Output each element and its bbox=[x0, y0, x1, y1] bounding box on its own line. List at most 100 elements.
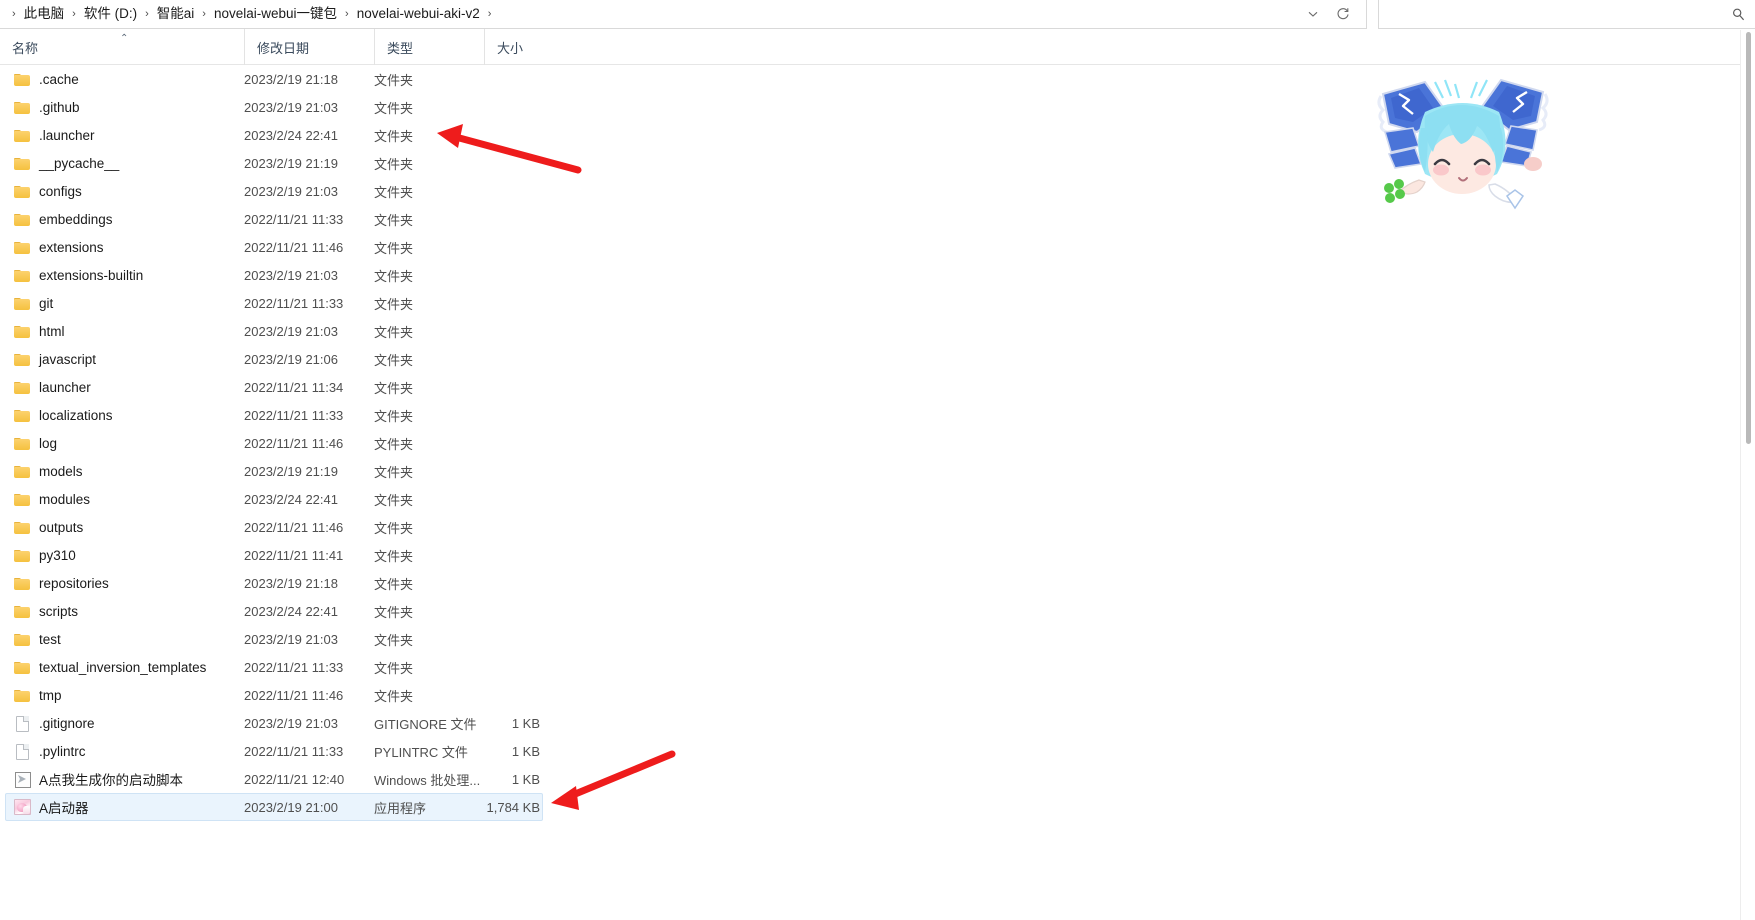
file-row[interactable]: outputs 2022/11/21 11:46 文件夹 bbox=[0, 513, 1745, 541]
file-date-cell: 2022/11/21 12:40 bbox=[244, 771, 345, 787]
file-row[interactable]: git 2022/11/21 11:33 文件夹 bbox=[0, 289, 1745, 317]
file-name-cell[interactable]: scripts bbox=[0, 604, 240, 619]
breadcrumb-item-zhinengai[interactable]: 智能ai bbox=[155, 3, 197, 25]
address-bar[interactable]: › 此电脑 › 软件 (D:) › 智能ai › novelai-webui一键… bbox=[0, 0, 1367, 29]
file-name-label: .cache bbox=[39, 71, 79, 87]
file-type-cell: 文件夹 bbox=[374, 660, 414, 676]
breadcrumb-item-novelai-webui-pack[interactable]: novelai-webui一键包 bbox=[212, 3, 339, 25]
vertical-scrollbar-thumb[interactable] bbox=[1746, 32, 1751, 444]
column-header-row: 名称 ⌃ 修改日期 类型 大小 bbox=[0, 29, 1755, 65]
file-name-cell[interactable]: javascript bbox=[0, 352, 240, 367]
chevron-down-icon[interactable] bbox=[1298, 1, 1328, 28]
folder-icon bbox=[14, 156, 31, 171]
breadcrumb-item-novelai-webui-aki-v2[interactable]: novelai-webui-aki-v2 bbox=[355, 3, 482, 25]
file-row[interactable]: extensions 2022/11/21 11:46 文件夹 bbox=[0, 233, 1745, 261]
file-row[interactable]: __pycache__ 2023/2/19 21:19 文件夹 bbox=[0, 149, 1745, 177]
file-name-cell[interactable]: extensions-builtin bbox=[0, 268, 240, 283]
file-name-cell[interactable]: test bbox=[0, 632, 240, 647]
file-name-cell[interactable]: outputs bbox=[0, 520, 240, 535]
file-date-cell: 2023/2/19 21:03 bbox=[244, 267, 338, 283]
file-type-cell: 文件夹 bbox=[374, 128, 414, 144]
file-row[interactable]: .pylintrc 2022/11/21 11:33 PYLINTRC 文件 1 KB bbox=[0, 737, 1745, 765]
column-header-type[interactable]: 类型 bbox=[374, 29, 484, 65]
search-input[interactable] bbox=[1379, 5, 1721, 23]
file-name-cell[interactable]: .github bbox=[0, 100, 240, 115]
folder-icon bbox=[14, 100, 31, 115]
file-name-label: embeddings bbox=[39, 211, 113, 227]
file-row[interactable]: .launcher 2023/2/24 22:41 文件夹 bbox=[0, 121, 1745, 149]
file-date-cell: 2023/2/19 21:19 bbox=[244, 463, 338, 479]
file-name-cell[interactable]: .gitignore bbox=[0, 716, 240, 732]
file-row[interactable]: .gitignore 2023/2/19 21:03 GITIGNORE 文件 1 K… bbox=[0, 709, 1745, 737]
file-row[interactable]: .cache 2023/2/19 21:18 文件夹 bbox=[0, 65, 1745, 93]
file-name-cell[interactable]: modules bbox=[0, 492, 240, 507]
file-list[interactable]: .cache 2023/2/19 21:18 文件夹 .github 2023/2/19… bbox=[0, 65, 1745, 920]
file-type-cell: 文件夹 bbox=[374, 268, 414, 284]
file-row[interactable]: localizations 2022/11/21 11:33 文件夹 bbox=[0, 401, 1745, 429]
folder-icon bbox=[14, 520, 31, 535]
file-row[interactable]: log 2022/11/21 11:46 文件夹 bbox=[0, 429, 1745, 457]
file-row[interactable]: scripts 2023/2/24 22:41 文件夹 bbox=[0, 597, 1745, 625]
file-row[interactable]: models 2023/2/19 21:19 文件夹 bbox=[0, 457, 1745, 485]
file-date-cell: 2023/2/19 21:03 bbox=[244, 715, 338, 731]
file-name-cell[interactable]: .pylintrc bbox=[0, 744, 240, 760]
column-header-date-modified[interactable]: 修改日期 bbox=[244, 29, 374, 65]
breadcrumb-separator: › bbox=[12, 7, 16, 20]
file-row[interactable]: tmp 2022/11/21 11:46 文件夹 bbox=[0, 681, 1745, 709]
breadcrumb: › 此电脑 › 软件 (D:) › 智能ai › novelai-webui一键… bbox=[6, 3, 1298, 25]
file-name-cell[interactable]: git bbox=[0, 296, 240, 311]
file-name-cell[interactable]: A启动器 bbox=[0, 797, 240, 817]
file-name-cell[interactable]: A点我生成你的启动脚本 bbox=[0, 769, 240, 789]
file-name-cell[interactable]: log bbox=[0, 436, 240, 451]
search-box[interactable] bbox=[1378, 0, 1755, 29]
file-name-cell[interactable]: repositories bbox=[0, 576, 240, 591]
file-row[interactable]: A点我生成你的启动脚本 2022/11/21 12:40 Windows 批处理..… bbox=[0, 765, 1745, 793]
file-row[interactable]: launcher 2022/11/21 11:34 文件夹 bbox=[0, 373, 1745, 401]
file-name-cell[interactable]: extensions bbox=[0, 240, 240, 255]
file-row[interactable]: html 2023/2/19 21:03 文件夹 bbox=[0, 317, 1745, 345]
file-row[interactable]: test 2023/2/19 21:03 文件夹 bbox=[0, 625, 1745, 653]
file-name-cell[interactable]: embeddings bbox=[0, 212, 240, 227]
column-header-size[interactable]: 大小 bbox=[484, 29, 544, 65]
search-icon[interactable] bbox=[1721, 1, 1755, 28]
file-name-label: models bbox=[39, 463, 83, 479]
vertical-scrollbar[interactable] bbox=[1740, 30, 1755, 920]
file-name-cell[interactable]: configs bbox=[0, 184, 240, 199]
file-name-cell[interactable]: .cache bbox=[0, 72, 240, 87]
file-row[interactable]: configs 2023/2/19 21:03 文件夹 bbox=[0, 177, 1745, 205]
file-date-cell: 2023/2/19 21:03 bbox=[244, 99, 338, 115]
file-name-cell[interactable]: py310 bbox=[0, 548, 240, 563]
breadcrumb-item-this-pc[interactable]: 此电脑 bbox=[22, 3, 67, 25]
file-row[interactable]: extensions-builtin 2023/2/19 21:03 文件夹 bbox=[0, 261, 1745, 289]
file-row[interactable]: modules 2023/2/24 22:41 文件夹 bbox=[0, 485, 1745, 513]
file-date-cell: 2023/2/19 21:03 bbox=[244, 631, 338, 647]
file-date-cell: 2023/2/24 22:41 bbox=[244, 603, 338, 619]
breadcrumb-item-drive-d[interactable]: 软件 (D:) bbox=[82, 3, 139, 25]
file-date-cell: 2022/11/21 11:33 bbox=[244, 659, 344, 675]
file-row[interactable]: A启动器 2023/2/19 21:00 应用程序 1,784 KB bbox=[0, 793, 1745, 821]
file-name-cell[interactable]: __pycache__ bbox=[0, 156, 240, 171]
file-name-cell[interactable]: tmp bbox=[0, 688, 240, 703]
file-name-label: test bbox=[39, 631, 61, 647]
file-name-cell[interactable]: models bbox=[0, 464, 240, 479]
file-row[interactable]: repositories 2023/2/19 21:18 文件夹 bbox=[0, 569, 1745, 597]
file-type-cell: 文件夹 bbox=[374, 240, 414, 256]
file-icon bbox=[14, 744, 31, 760]
column-header-name[interactable]: 名称 ⌃ bbox=[0, 29, 244, 65]
file-row[interactable]: .github 2023/2/19 21:03 文件夹 bbox=[0, 93, 1745, 121]
file-row[interactable]: javascript 2023/2/19 21:06 文件夹 bbox=[0, 345, 1745, 373]
file-name-label: modules bbox=[39, 491, 91, 507]
file-row[interactable]: textual_inversion_templates 2022/11/21 11… bbox=[0, 653, 1745, 681]
file-row[interactable]: embeddings 2022/11/21 11:33 文件夹 bbox=[0, 205, 1745, 233]
refresh-icon[interactable] bbox=[1328, 1, 1358, 28]
file-name-cell[interactable]: textual_inversion_templates bbox=[0, 660, 240, 675]
file-size-cell: 1 KB bbox=[511, 743, 540, 759]
file-type-cell: 文件夹 bbox=[374, 380, 414, 396]
file-date-cell: 2022/11/21 11:46 bbox=[244, 239, 344, 255]
file-name-cell[interactable]: .launcher bbox=[0, 128, 240, 143]
file-row[interactable]: py310 2022/11/21 11:41 文件夹 bbox=[0, 541, 1745, 569]
file-name-cell[interactable]: html bbox=[0, 324, 240, 339]
file-name-cell[interactable]: launcher bbox=[0, 380, 240, 395]
file-type-cell: 文件夹 bbox=[374, 72, 414, 88]
file-name-cell[interactable]: localizations bbox=[0, 408, 240, 423]
